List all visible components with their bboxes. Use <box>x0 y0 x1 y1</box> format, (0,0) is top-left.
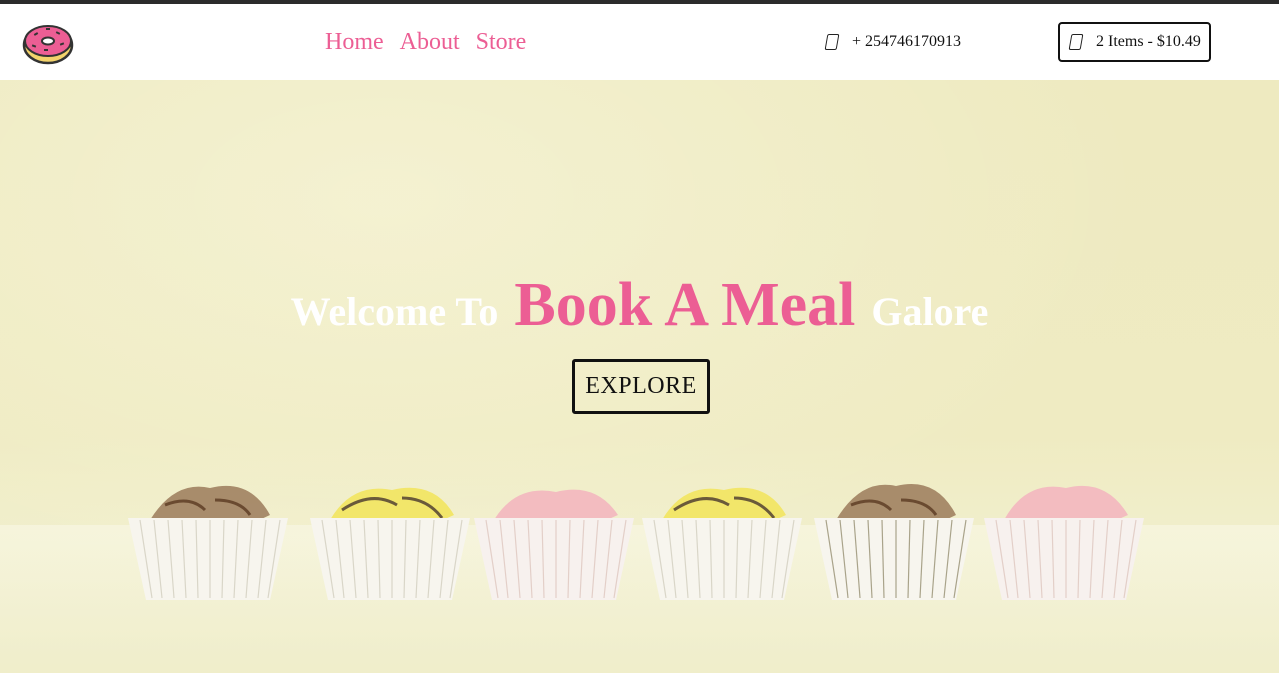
strawberry-cupcake-image <box>474 489 634 600</box>
chocolate-cupcake-image-2 <box>814 483 974 600</box>
nav-store-link[interactable]: Store <box>476 28 527 56</box>
cart-summary: 2 Items - $10.49 <box>1096 33 1201 50</box>
explore-button-label: EXPLORE <box>585 373 697 399</box>
nav-about-link[interactable]: About <box>400 28 460 56</box>
strawberry-cupcake-image-2 <box>984 485 1144 600</box>
lemon-cupcake-image <box>310 487 470 600</box>
hero-welcome-text: Welcome To <box>290 289 499 334</box>
explore-button[interactable]: EXPLORE <box>572 359 710 414</box>
phone-icon <box>824 34 840 50</box>
main-nav: Home About Store <box>325 28 526 56</box>
nav-home-link[interactable]: Home <box>325 28 384 56</box>
lemon-cupcake-image-2 <box>642 487 802 600</box>
hero-brand-name: Book A Meal <box>514 271 856 339</box>
cart-button[interactable]: 2 Items - $10.49 <box>1058 22 1211 62</box>
phone-contact: + 254746170913 <box>824 33 962 51</box>
hero-banner: Welcome To Book A Meal Galore EXPLORE <box>0 80 1279 673</box>
cart-icon <box>1068 34 1084 50</box>
hero-headline: Welcome To Book A Meal Galore <box>0 270 1279 341</box>
chocolate-cupcake-image <box>128 485 288 600</box>
phone-number: + 254746170913 <box>852 33 962 50</box>
donut-logo-icon[interactable] <box>22 21 74 65</box>
hero-suffix-text: Galore <box>871 289 989 334</box>
navbar: Home About Store + 254746170913 2 Items … <box>0 4 1279 80</box>
